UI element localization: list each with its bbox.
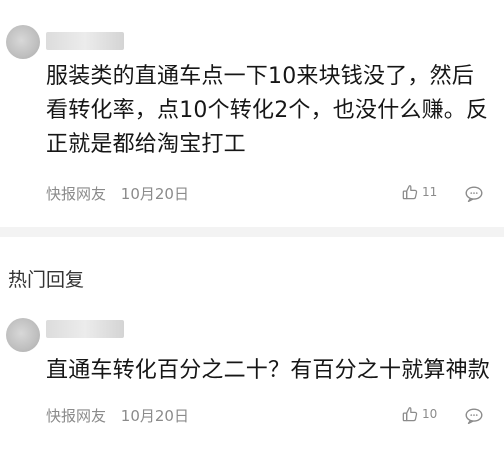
comment-bubble-icon[interactable] bbox=[463, 183, 485, 205]
like-count: 11 bbox=[422, 185, 438, 199]
section-divider bbox=[0, 227, 504, 237]
section-title: 热门回复 bbox=[8, 269, 85, 291]
comment-source: 快报网友 bbox=[46, 185, 107, 203]
comment-text: 服装类的直通车点一下10来块钱没了，然后看转化率，点10个转化2个，也没什么赚。… bbox=[46, 64, 489, 157]
username-blurred bbox=[46, 320, 124, 338]
hand-like-icon bbox=[402, 407, 418, 422]
like-count: 10 bbox=[422, 407, 438, 421]
comment-meta: 快报网友 10月20日 bbox=[46, 183, 199, 204]
reply-date: 10月20日 bbox=[120, 407, 189, 425]
comment-bubble-icon[interactable] bbox=[463, 405, 485, 427]
username-blurred bbox=[46, 32, 124, 50]
avatar[interactable] bbox=[6, 318, 40, 352]
reply-source: 快报网友 bbox=[46, 407, 107, 425]
like-button[interactable]: 10 bbox=[400, 404, 437, 424]
avatar[interactable] bbox=[6, 25, 40, 59]
reply-meta: 快报网友 10月20日 bbox=[46, 405, 199, 426]
top-comment-card: 服装类的直通车点一下10来块钱没了，然后看转化率，点10个转化2个，也没什么赚。… bbox=[0, 0, 504, 227]
reply-text: 直通车转化百分之二十？有百分之十就算神款 bbox=[46, 358, 491, 383]
like-button[interactable]: 11 bbox=[400, 182, 437, 202]
comment-date: 10月20日 bbox=[120, 185, 189, 203]
hand-like-icon bbox=[402, 185, 418, 200]
